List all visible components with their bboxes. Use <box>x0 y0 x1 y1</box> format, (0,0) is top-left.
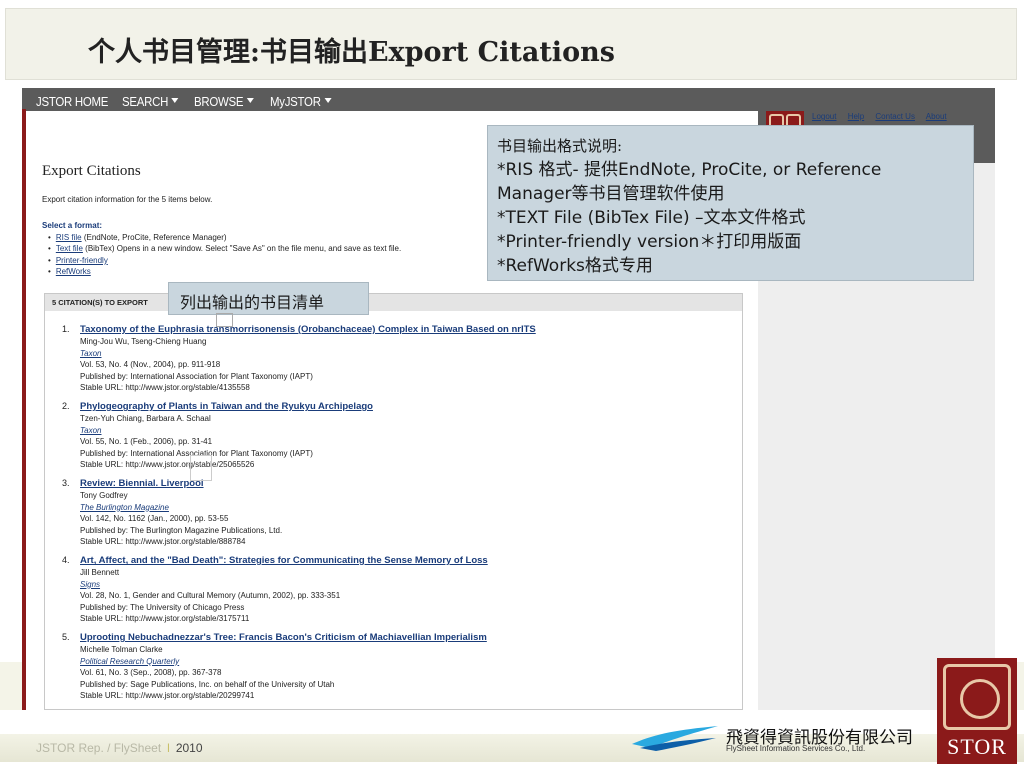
nav-browse[interactable]: BROWSE <box>194 94 254 109</box>
citation-title-link[interactable]: Taxonomy of the Euphrasia transmorrisone… <box>80 324 536 336</box>
citation-list-box: 5 CITATION(S) TO EXPORT 1. Taxonomy of t… <box>44 293 743 710</box>
journal-link[interactable]: Taxon <box>80 349 102 358</box>
ris-file-link[interactable]: RIS file <box>56 233 82 242</box>
callout-pointer <box>216 313 233 327</box>
citation-title-link[interactable]: Review: Biennial. Liverpool <box>80 478 282 490</box>
jstor-logo: STOR <box>937 658 1017 764</box>
citation-title-link[interactable]: Art, Affect, and the "Bad Death": Strate… <box>80 555 488 567</box>
callout-line: *RefWorks格式专用 <box>497 256 653 276</box>
nav-home[interactable]: JSTOR HOME <box>36 94 108 109</box>
page-title: Export Citations <box>42 163 141 179</box>
refworks-link[interactable]: RefWorks <box>56 267 91 276</box>
citation-item: 3. Review: Biennial. Liverpool Tony Godf… <box>62 478 283 547</box>
about-link[interactable]: About <box>926 112 947 121</box>
journal-link[interactable]: The Burlington Magazine <box>80 503 169 512</box>
nav-search[interactable]: SEARCH <box>122 94 179 109</box>
format-text: Text file (BibTex) Opens in a new window… <box>48 244 401 255</box>
citation-item: 1. Taxonomy of the Euphrasia transmorris… <box>62 324 536 393</box>
page-description: Export citation information for the 5 it… <box>42 195 213 204</box>
chevron-down-icon <box>246 98 254 103</box>
callout-line: Manager等书目管理软件使用 <box>497 184 725 204</box>
nav-myjstor[interactable]: MyJSTOR <box>270 94 332 109</box>
callout-heading: 书目输出格式说明: <box>497 137 623 155</box>
citation-item: 4. Art, Affect, and the "Bad Death": Str… <box>62 555 488 624</box>
printer-friendly-link[interactable]: Printer-friendly <box>56 256 108 265</box>
journal-link[interactable]: Political Research Quarterly <box>80 657 179 666</box>
help-link[interactable]: Help <box>848 112 864 121</box>
citation-item: 5. Uprooting Nebuchadnezzar's Tree: Fran… <box>62 632 487 701</box>
format-info-callout: 书目输出格式说明: *RIS 格式- 提供EndNote, ProCite, o… <box>487 125 974 281</box>
format-printer: Printer-friendly <box>48 256 401 267</box>
select-format-label: Select a format: <box>42 221 103 230</box>
citation-item: 2. Phylogeography of Plants in Taiwan an… <box>62 401 373 470</box>
brand-side-bar <box>22 109 26 710</box>
contact-us-link[interactable]: Contact Us <box>875 112 915 121</box>
citation-title-link[interactable]: Phylogeography of Plants in Taiwan and t… <box>80 401 373 413</box>
format-refworks: RefWorks <box>48 267 401 278</box>
citation-list-header: 5 CITATION(S) TO EXPORT <box>45 294 742 311</box>
citation-title-link[interactable]: Uprooting Nebuchadnezzar's Tree: Francis… <box>80 632 487 644</box>
text-file-link[interactable]: Text file <box>56 244 83 253</box>
format-ris: RIS file (EndNote, ProCite, Reference Ma… <box>48 233 401 244</box>
callout-pointer <box>190 455 212 481</box>
chevron-down-icon <box>324 98 332 103</box>
top-links: Logout Help Contact Us About <box>812 112 956 121</box>
journal-link[interactable]: Signs <box>80 580 100 589</box>
jstor-ornament-icon <box>943 664 1011 730</box>
slide-title: 个人书目管理:书目输出Export Citations <box>88 37 615 68</box>
flysheet-wave-icon <box>632 726 718 751</box>
footer-text: JSTOR Rep. / FlySheet l 2010 <box>36 741 203 755</box>
chevron-down-icon <box>171 98 179 103</box>
format-list: RIS file (EndNote, ProCite, Reference Ma… <box>48 233 401 278</box>
company-name-en: FlySheet Information Services Co., Ltd. <box>726 744 866 753</box>
callout-line: *Printer-friendly version＊打印用版面 <box>497 232 802 252</box>
logout-link[interactable]: Logout <box>812 112 836 121</box>
callout-line: *TEXT File (BibTex File) –文本文件格式 <box>497 208 806 228</box>
callout-line: *RIS 格式- 提供EndNote, ProCite, or Referenc… <box>497 160 882 180</box>
journal-link[interactable]: Taxon <box>80 426 102 435</box>
jstor-navbar: JSTOR HOME SEARCH BROWSE MyJSTOR <box>22 88 995 111</box>
list-callout: 列出输出的书目清单 <box>168 282 369 315</box>
